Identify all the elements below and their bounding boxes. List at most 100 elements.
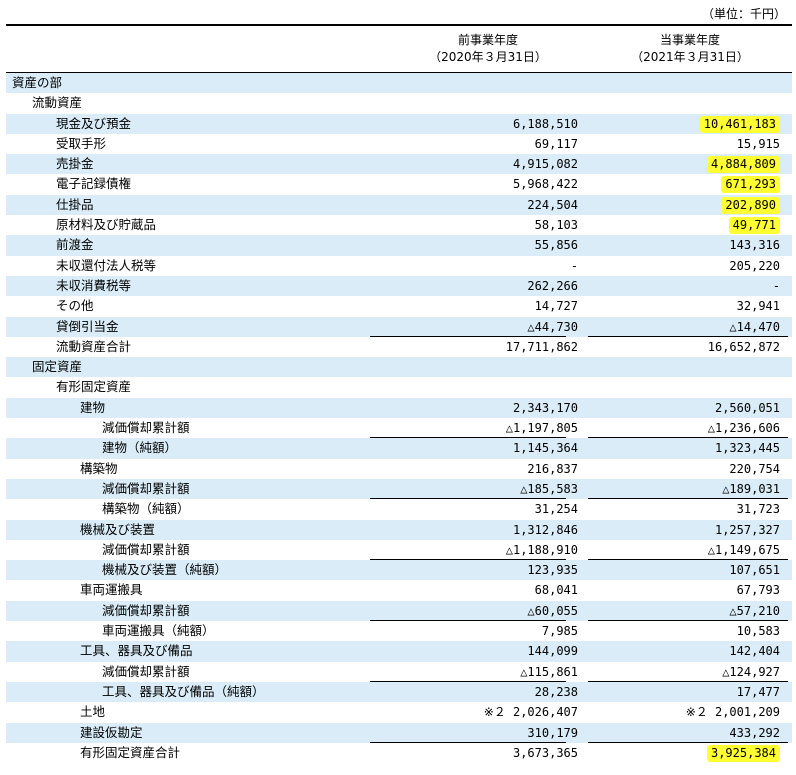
highlighted-value: 49,771 bbox=[728, 217, 780, 235]
prev-period-header: 前事業年度 （2020年３月31日） bbox=[388, 32, 588, 66]
value-text: 67,793 bbox=[736, 583, 780, 598]
prev-value: 17,711,862 bbox=[505, 339, 578, 354]
curr-value: ※２ 2,001,209 bbox=[580, 702, 780, 722]
table-row: 車両運搬具 68,041 67,793 bbox=[6, 580, 792, 600]
value-text: 17,477 bbox=[736, 684, 780, 699]
prev-value: 3,673,365 bbox=[512, 745, 578, 760]
table-row: 構築物（純額） 31,254 31,723 bbox=[6, 499, 792, 519]
top-rule bbox=[6, 24, 792, 26]
prev-value: △1,188,910 bbox=[505, 542, 578, 557]
curr-value: 2,560,051 bbox=[580, 398, 780, 418]
prev-value: 123,935 bbox=[527, 563, 578, 578]
table-row: 原材料及び貯蔵品 58,103 49,771 bbox=[6, 215, 792, 235]
prev-value: 216,837 bbox=[527, 461, 578, 476]
curr-period-header: 当事業年度 （2021年３月31日） bbox=[590, 32, 790, 66]
row-label: 電子記録債権 bbox=[56, 176, 132, 192]
table-row: 減価償却累計額 △1,188,910 △1,149,675 bbox=[6, 540, 792, 561]
table-row: 土地 ※２ 2,026,407 ※２ 2,001,209 bbox=[6, 702, 792, 722]
prev-value: ※２ 2,026,407 bbox=[483, 705, 578, 720]
curr-value: △57,210 bbox=[580, 601, 780, 621]
value-text: 107,651 bbox=[729, 563, 780, 578]
table-row: 機械及び装置（純額） 123,935 107,651 bbox=[6, 560, 792, 581]
prev-value: 28,238 bbox=[534, 684, 578, 699]
balance-sheet-table: 資産の部 流動資産 現金及び預金 6,188,510 10,461,183 受取手形 69,… bbox=[6, 73, 792, 763]
value-text: 142,404 bbox=[729, 644, 780, 659]
table-row: 貸倒引当金 △44,730 △14,470 bbox=[6, 316, 792, 337]
prev-value: △115,861 bbox=[520, 664, 578, 679]
row-label: 機械及び装置 bbox=[80, 521, 156, 537]
row-label: 未収還付法人税等 bbox=[56, 257, 157, 273]
row-label: 減価償却累計額 bbox=[102, 541, 190, 557]
row-label: 建物 bbox=[80, 399, 106, 415]
curr-value: 17,477 bbox=[580, 682, 780, 702]
prev-value: △44,730 bbox=[527, 319, 578, 334]
value-text: △189,031 bbox=[722, 481, 780, 496]
row-label: 仕掛品 bbox=[56, 196, 94, 212]
prev-value: 144,099 bbox=[527, 644, 578, 659]
row-label: 流動資産 bbox=[32, 95, 83, 111]
prev-value: 55,856 bbox=[534, 238, 578, 253]
row-label: 有形固定資産合計 bbox=[80, 744, 181, 760]
row-label: 現金及び預金 bbox=[56, 115, 132, 131]
row-label: 受取手形 bbox=[56, 135, 107, 151]
curr-value: 202,890 bbox=[580, 195, 780, 215]
row-label: 構築物 bbox=[80, 460, 118, 476]
value-text: 143,316 bbox=[729, 238, 780, 253]
prev-value: 2,343,170 bbox=[512, 400, 578, 415]
curr-value: 142,404 bbox=[580, 641, 780, 661]
table-row: 減価償却累計額 △185,583 △189,031 bbox=[6, 478, 792, 500]
curr-value: 4,884,809 bbox=[580, 154, 780, 174]
row-label: 土地 bbox=[80, 704, 106, 720]
prev-value: 6,188,510 bbox=[512, 116, 578, 131]
row-label: 構築物（純額） bbox=[102, 501, 190, 517]
curr-value: 16,652,872 bbox=[580, 337, 780, 357]
table-row: 受取手形 69,117 15,915 bbox=[6, 134, 792, 154]
prev-value: 1,145,364 bbox=[512, 441, 578, 456]
table-row: 有形固定資産 bbox=[6, 377, 792, 397]
curr-value: 1,323,445 bbox=[580, 438, 780, 458]
row-label: 減価償却累計額 bbox=[102, 420, 190, 436]
table-row: 電子記録債権 5,968,422 671,293 bbox=[6, 174, 792, 194]
curr-value: 143,316 bbox=[580, 235, 780, 255]
table-row: 減価償却累計額 △115,861 △124,927 bbox=[6, 662, 792, 682]
table-row: 工具、器具及び備品（純額） 28,238 17,477 bbox=[6, 681, 792, 703]
table-row: 建物 2,343,170 2,560,051 bbox=[6, 397, 792, 419]
curr-value: 32,941 bbox=[580, 296, 780, 316]
curr-value: 15,915 bbox=[580, 134, 780, 154]
curr-value: - bbox=[580, 276, 780, 296]
curr-period-title: 当事業年度 bbox=[659, 33, 720, 47]
row-label: 未収消費税等 bbox=[56, 277, 132, 293]
prev-value: 68,041 bbox=[534, 583, 578, 598]
value-text: 31,723 bbox=[736, 502, 780, 517]
highlighted-value: 3,925,384 bbox=[706, 744, 780, 762]
curr-value: 205,220 bbox=[580, 256, 780, 276]
curr-value: 220,754 bbox=[580, 459, 780, 479]
value-text: 10,583 bbox=[736, 624, 780, 639]
table-row: 有形固定資産合計 3,673,365 3,925,384 bbox=[6, 743, 792, 763]
prev-value: 69,117 bbox=[534, 136, 578, 151]
curr-value: △189,031 bbox=[580, 479, 780, 499]
prev-period-date: （2020年３月31日） bbox=[429, 50, 547, 64]
row-label: 減価償却累計額 bbox=[102, 602, 190, 618]
table-row: 未収消費税等 262,266 - bbox=[6, 275, 792, 297]
value-text: 16,652,872 bbox=[707, 339, 780, 354]
prev-value: △1,197,805 bbox=[505, 421, 578, 436]
row-label: 車両運搬具（純額） bbox=[102, 623, 215, 639]
prev-value: 224,504 bbox=[527, 197, 578, 212]
row-label: 資産の部 bbox=[12, 75, 63, 90]
curr-value: △1,149,675 bbox=[580, 540, 780, 560]
value-text: 1,323,445 bbox=[714, 441, 780, 456]
row-label: 減価償却累計額 bbox=[102, 663, 190, 679]
table-row: 前渡金 55,856 143,316 bbox=[6, 235, 792, 256]
curr-value: △14,470 bbox=[580, 317, 780, 337]
row-label: 建物（純額） bbox=[102, 440, 178, 456]
curr-value: 1,257,327 bbox=[580, 520, 780, 540]
value-text: ※２ 2,001,209 bbox=[685, 705, 780, 720]
curr-value: 10,583 bbox=[580, 621, 780, 641]
row-label: 工具、器具及び備品 bbox=[80, 643, 193, 659]
value-text: 433,292 bbox=[729, 725, 780, 740]
highlighted-value: 4,884,809 bbox=[706, 156, 780, 174]
curr-value: △1,236,606 bbox=[580, 418, 780, 438]
row-label: 車両運搬具 bbox=[80, 582, 143, 598]
table-row: その他 14,727 32,941 bbox=[6, 296, 792, 316]
